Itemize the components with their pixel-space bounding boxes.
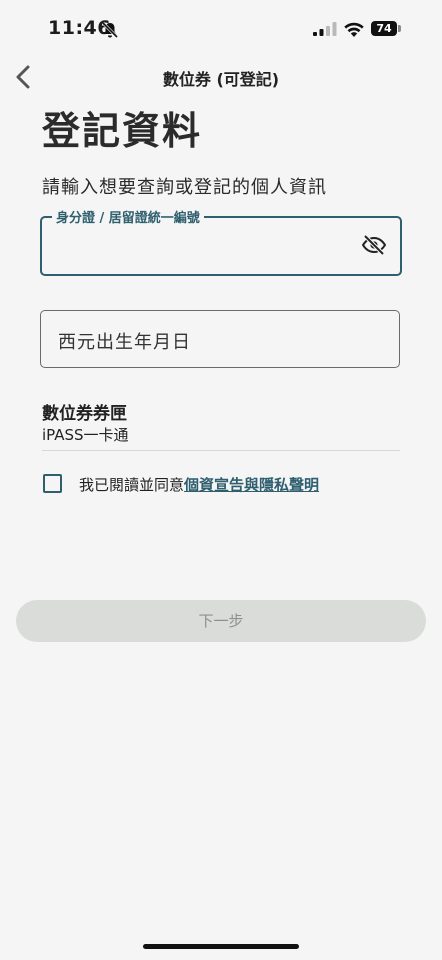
battery-icon: 74 xyxy=(371,21,397,36)
eye-off-icon[interactable] xyxy=(362,235,386,255)
battery-cap xyxy=(398,25,401,32)
birth-date-placeholder: 西元出生年月日 xyxy=(58,332,191,353)
privacy-policy-link[interactable]: 個資宣告與隱私聲明 xyxy=(184,476,319,494)
signal-icon xyxy=(313,22,337,36)
status-bar: 11:46 74 xyxy=(0,0,442,58)
agree-checkbox[interactable] xyxy=(43,474,62,493)
wifi-icon xyxy=(344,22,364,37)
wallet-label: 數位券券匣 xyxy=(42,404,127,424)
page-title: 登記資料 xyxy=(42,109,203,153)
page-subtitle: 請輸入想要查詢或登記的個人資訊 xyxy=(42,177,327,198)
wallet-value: iPASS一卡通 xyxy=(42,426,129,444)
agree-prefix: 我已閱讀並同意 xyxy=(79,476,185,494)
nav-title: 數位券 (可登記) xyxy=(162,70,280,89)
next-button[interactable]: 下一步 xyxy=(16,600,426,642)
home-indicator xyxy=(143,944,299,949)
bell-off-icon xyxy=(101,21,119,39)
agree-text: 我已閱讀並同意個資宣告與隱私聲明 xyxy=(79,474,319,495)
divider xyxy=(42,450,400,451)
id-number-label: 身分證 / 居留證統一編號 xyxy=(52,207,204,226)
